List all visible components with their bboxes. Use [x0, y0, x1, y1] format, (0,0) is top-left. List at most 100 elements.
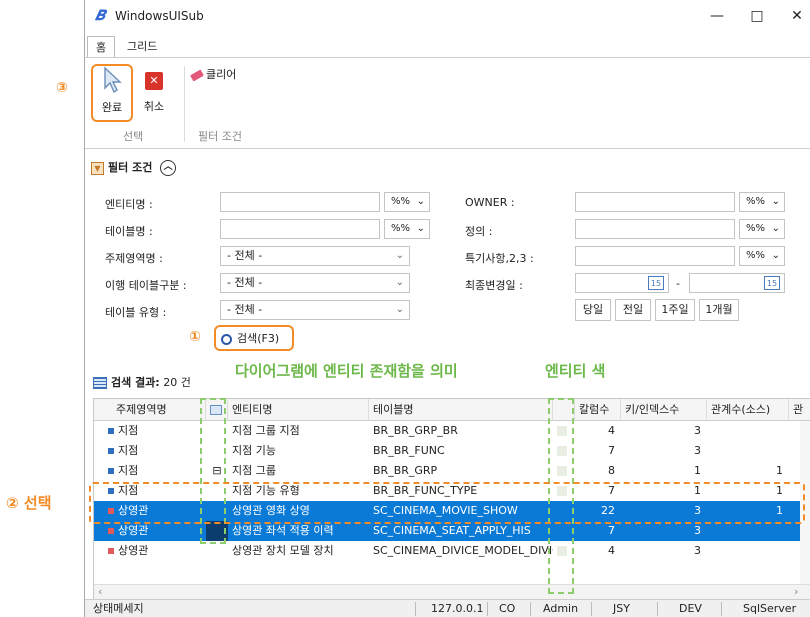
calendar-icon[interactable]: 15	[648, 276, 664, 290]
col-header-column-count[interactable]: 칼럼수	[575, 399, 621, 421]
cell-table[interactable]: BR_BR_GRP_BR	[369, 421, 553, 441]
clear-button[interactable]: 클리어	[190, 66, 251, 82]
status-divider	[487, 602, 488, 616]
cancel-button[interactable]: ✕ 취소	[137, 68, 171, 114]
cell-entity[interactable]: 상영관 장치 모델 장치	[228, 541, 369, 561]
subject-area-value: - 전체 -	[227, 249, 263, 262]
cell-table[interactable]: SC_CINEMA_DIVICE_MODEL_DIVIC	[369, 541, 553, 561]
horizontal-scrollbar[interactable]: ‹ ›	[94, 584, 810, 600]
migration-table-select[interactable]: - 전체 - ⌄	[220, 273, 410, 293]
col-header-table-name[interactable]: 테이블명	[369, 399, 553, 421]
entity-color-swatch	[108, 448, 114, 454]
label-table-type: 테이블 유형 :	[105, 306, 167, 319]
one-week-button[interactable]: 1주일	[655, 299, 695, 321]
cell-subject-area[interactable]: 지점	[94, 461, 206, 481]
cell-subject-area[interactable]: 지점	[94, 441, 206, 461]
definition-operator[interactable]: %% ⌄	[739, 219, 785, 239]
cell-cols[interactable]: 7	[575, 441, 621, 461]
subject-area-select[interactable]: - 전체 - ⌄	[220, 246, 410, 266]
cancel-label: 취소	[143, 100, 165, 113]
definition-input[interactable]	[575, 219, 735, 239]
owner-operator[interactable]: %% ⌄	[739, 192, 785, 212]
table-type-select[interactable]: - 전체 - ⌄	[220, 300, 410, 320]
col-header-subject-area[interactable]: 주제영역명	[94, 399, 206, 421]
entity-name-input[interactable]	[220, 192, 380, 212]
table-row[interactable]: 상영관 상영관 장치 모델 장치 SC_CINEMA_DIVICE_MODEL_DI…	[94, 541, 810, 561]
ribbon-tabs: 홈 그리드	[85, 36, 810, 58]
table-name-input[interactable]	[220, 219, 380, 239]
entity-name-operator[interactable]: %% ⌄	[384, 192, 430, 212]
cell-rels[interactable]	[707, 441, 789, 461]
subject-area-text: 상영관	[118, 544, 149, 557]
date-to-input[interactable]: 15	[689, 273, 785, 293]
cell-keys[interactable]: 3	[621, 521, 707, 541]
col-header-key-count[interactable]: 키/인덱스수	[621, 399, 707, 421]
chevron-down-icon: ⌄	[395, 304, 404, 315]
filter-panel: ▼ 필터 조건 ︿ 엔티티명 : 테이블명 : 주제영역명 : 이행 테이블구분 …	[85, 149, 810, 361]
cell-subject-area[interactable]: 상영관	[94, 521, 206, 541]
subject-area-text: 상영관	[118, 524, 149, 537]
cell-keys[interactable]: 3	[621, 541, 707, 561]
cell-keys[interactable]: 3	[621, 441, 707, 461]
cell-diagram-marker[interactable]	[206, 541, 228, 561]
annotation-entity-color: 엔티티 색	[545, 362, 606, 380]
cell-table[interactable]: BR_BR_GRP	[369, 461, 553, 481]
subject-area-text: 지점	[118, 464, 139, 477]
table-name-operator[interactable]: %% ⌄	[384, 219, 430, 239]
cell-subject-area[interactable]: 상영관	[94, 541, 206, 561]
today-button[interactable]: 당일	[575, 299, 611, 321]
status-message: 상태메세지	[93, 602, 144, 615]
col-header-more[interactable]: 관	[789, 399, 810, 421]
cell-cols[interactable]: 7	[575, 521, 621, 541]
status-divider	[657, 602, 658, 616]
ribbon: 완료 ✕ 취소 클리어 선택 필터 조건	[85, 57, 810, 149]
cell-rels[interactable]	[707, 421, 789, 441]
migration-table-value: - 전체 -	[227, 276, 263, 289]
cell-rels[interactable]	[707, 521, 789, 541]
complete-button[interactable]: 완료	[93, 66, 131, 115]
filter-header[interactable]: ▼ 필터 조건 ︿	[91, 159, 177, 176]
collapse-icon[interactable]: ︿	[160, 160, 177, 176]
col-header-relation-count[interactable]: 관계수(소스)	[707, 399, 789, 421]
date-separator: -	[676, 277, 680, 290]
cell-rels[interactable]	[707, 541, 789, 561]
title-bar: 𝑩 WindowsUISub — □ ✕	[85, 0, 810, 32]
one-month-button[interactable]: 1개월	[699, 299, 739, 321]
maximize-button[interactable]: □	[742, 6, 772, 26]
cell-cols[interactable]: 4	[575, 541, 621, 561]
chevron-down-icon: ⌄	[416, 223, 425, 234]
cell-keys[interactable]: 3	[621, 421, 707, 441]
tab-grid[interactable]: 그리드	[119, 36, 165, 58]
yesterday-button[interactable]: 전일	[615, 299, 651, 321]
owner-input[interactable]	[575, 192, 735, 212]
scroll-left-icon[interactable]: ‹	[98, 585, 102, 598]
cell-rels[interactable]: 1	[707, 461, 789, 481]
cell-cols[interactable]: 4	[575, 421, 621, 441]
app-logo-icon: 𝑩	[95, 8, 105, 24]
entity-color-swatch	[108, 528, 114, 534]
scroll-right-icon[interactable]: ›	[794, 585, 798, 598]
cell-subject-area[interactable]: 지점	[94, 421, 206, 441]
col-header-entity-name[interactable]: 엔티티명	[228, 399, 369, 421]
cell-entity[interactable]: 상영관 좌석 적용 이력	[228, 521, 369, 541]
label-last-modified: 최종변경일 :	[465, 279, 523, 292]
cell-keys[interactable]: 1	[621, 461, 707, 481]
calendar-icon[interactable]: 15	[764, 276, 780, 290]
minimize-button[interactable]: —	[702, 6, 732, 26]
cell-entity[interactable]: 지점 그룹 지점	[228, 421, 369, 441]
date-from-input[interactable]: 15	[575, 273, 669, 293]
annotation-step-3: ③	[56, 80, 68, 96]
cell-entity[interactable]: 지점 그룹	[228, 461, 369, 481]
cell-table[interactable]: BR_BR_FUNC	[369, 441, 553, 461]
filter-icon: ▼	[91, 161, 104, 175]
cell-table[interactable]: SC_CINEMA_SEAT_APPLY_HIS	[369, 521, 553, 541]
remarks-operator[interactable]: %% ⌄	[739, 246, 785, 266]
cell-entity[interactable]: 지점 기능	[228, 441, 369, 461]
cell-cols[interactable]: 8	[575, 461, 621, 481]
owner-op-value: %%	[746, 196, 766, 207]
close-button[interactable]: ✕	[782, 6, 810, 26]
status-env: DEV	[679, 602, 702, 615]
remarks-input[interactable]	[575, 246, 735, 266]
tab-home[interactable]: 홈	[87, 36, 116, 58]
search-button[interactable]: 검색(F3)	[221, 330, 279, 346]
